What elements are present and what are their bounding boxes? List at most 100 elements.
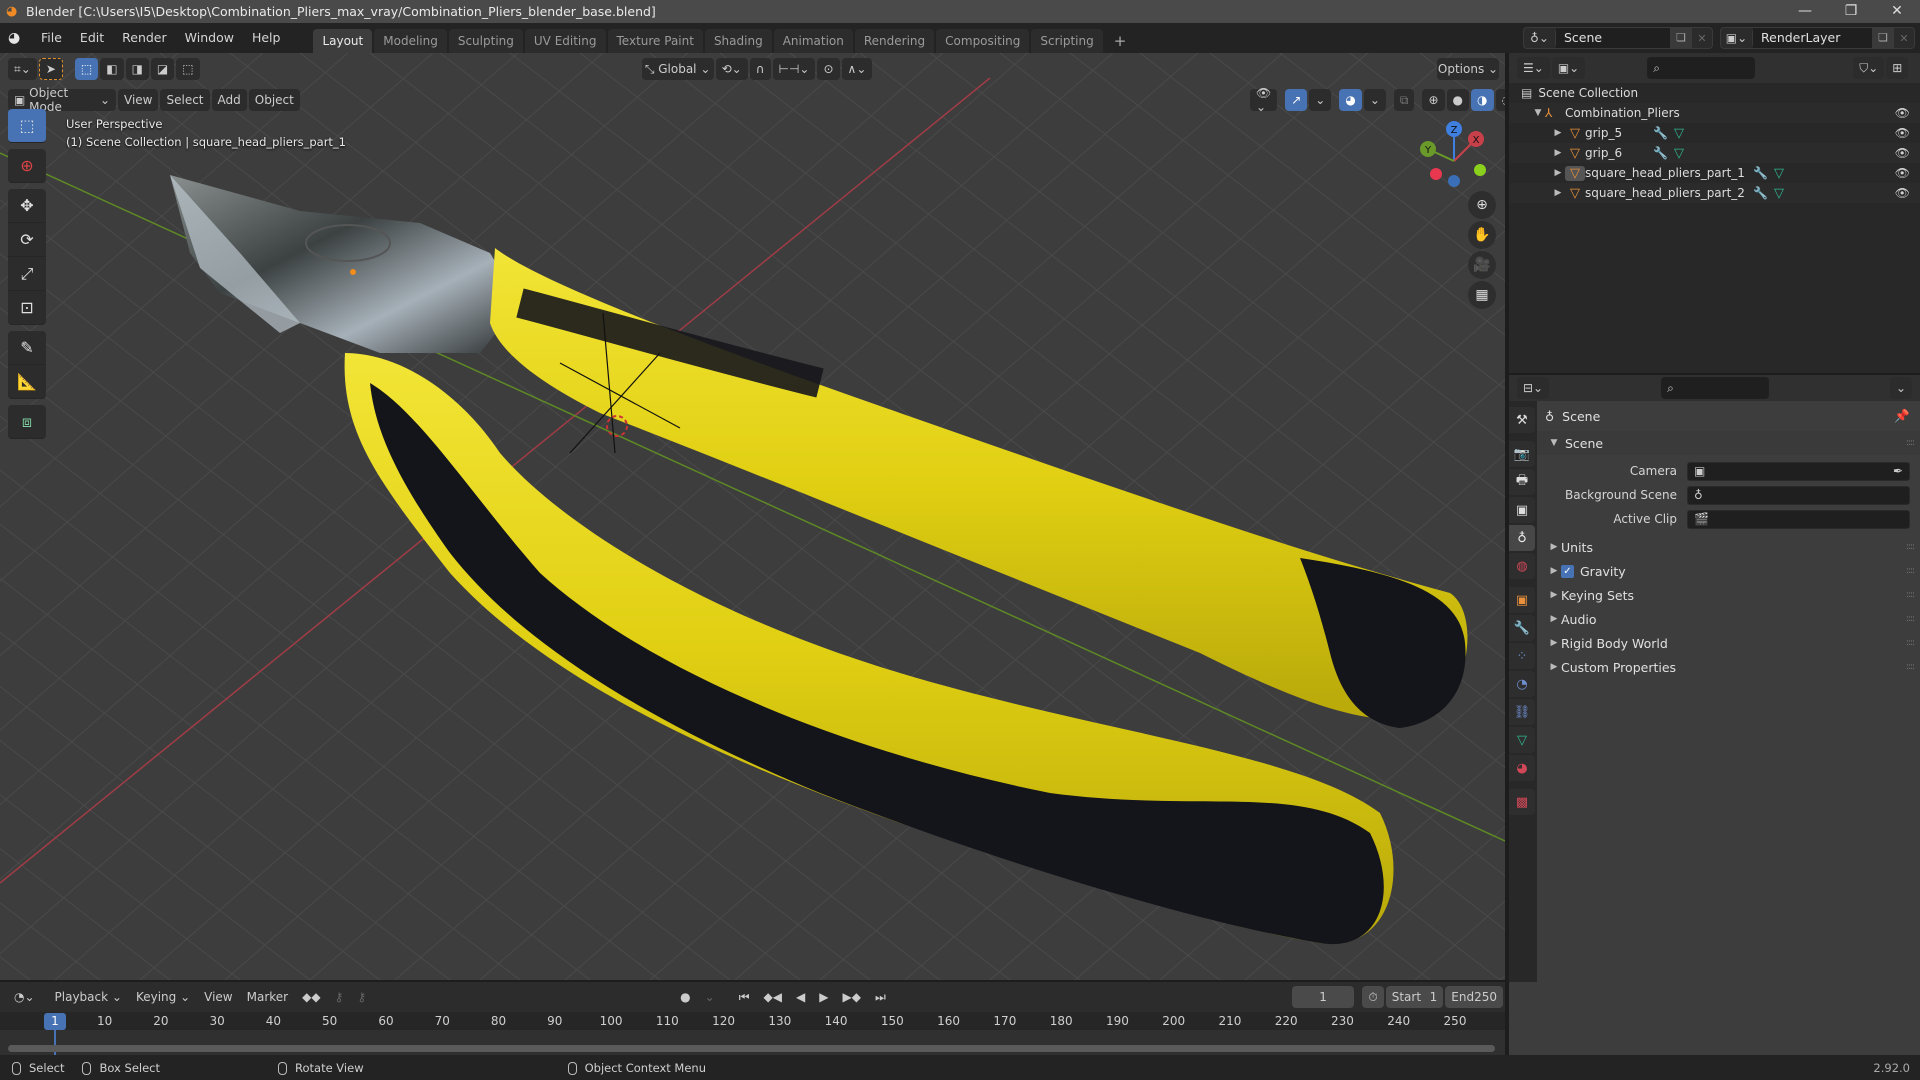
editor-type-button[interactable]: ⌗⌄ <box>8 58 37 80</box>
shading-wireframe-button[interactable]: ⊕ <box>1422 89 1445 111</box>
menu-edit[interactable]: Edit <box>71 23 113 53</box>
tab-uv-editing[interactable]: UV Editing <box>524 29 606 53</box>
tab-layout[interactable]: Layout <box>313 29 373 53</box>
tab-world[interactable]: ◍ <box>1509 553 1535 579</box>
snap-toggle[interactable]: ∩ <box>749 58 771 80</box>
shading-rendered-button[interactable]: ◌ <box>1495 89 1505 111</box>
timeline-ruler[interactable]: 10 20 30 40 50 60 70 80 90 100 110 120 130 140 150 160 1… <box>0 1012 1505 1030</box>
audio-panel-header[interactable]: ▶ Audio:::: <box>1537 607 1920 631</box>
tab-material[interactable]: ◕ <box>1509 755 1535 781</box>
navigation-gizmo[interactable]: Z X Y <box>1410 113 1500 203</box>
play-button[interactable]: ▶ <box>813 986 835 1008</box>
select-mode-intersect-button[interactable]: ⬚ <box>176 58 200 80</box>
tab-physics[interactable]: ◔ <box>1509 671 1535 697</box>
expand-arrow-icon[interactable]: ▶ <box>1551 168 1565 178</box>
annotate-tool[interactable]: ✎ <box>8 331 46 365</box>
overlay-toggle[interactable]: ◕ <box>1339 89 1362 111</box>
rigid-body-world-panel-header[interactable]: ▶ Rigid Body World:::: <box>1537 631 1920 655</box>
scene-name[interactable]: Scene <box>1556 28 1670 48</box>
tab-scene[interactable]: ♁ <box>1509 525 1535 551</box>
drag-handle-icon[interactable]: :::: <box>1906 590 1915 600</box>
keying-menu[interactable]: Keying ⌄ <box>129 986 197 1008</box>
stopwatch-icon[interactable]: ⏱ <box>1362 986 1384 1008</box>
drag-handle-icon[interactable]: :::: <box>1906 662 1915 672</box>
transform-tool[interactable]: ⊡ <box>8 291 46 325</box>
select-mode-extend-button[interactable]: ◧ <box>100 58 124 80</box>
tab-compositing[interactable]: Compositing <box>936 29 1030 53</box>
tab-view-layer[interactable]: ▣ <box>1509 497 1535 523</box>
drag-handle-icon[interactable]: :::: <box>1906 438 1915 448</box>
insert-keyframe-icon[interactable]: ⚷ <box>328 986 350 1008</box>
ortho-toggle-button[interactable]: ▦ <box>1468 281 1496 309</box>
drag-handle-icon[interactable]: :::: <box>1906 638 1915 648</box>
expand-arrow-icon[interactable]: ▶ <box>1551 128 1565 138</box>
proportional-editing-toggle[interactable]: ⊙ <box>817 58 840 80</box>
mesh-data-icon[interactable]: ▽ <box>1774 186 1784 201</box>
visibility-eye-icon[interactable]: 👁 <box>1895 166 1910 180</box>
marker-menu[interactable]: Marker <box>241 986 294 1008</box>
visibility-dropdown[interactable]: 👁⌄ <box>1250 86 1278 114</box>
select-mode-invert-button[interactable]: ◪ <box>150 58 175 80</box>
minimize-button[interactable]: — <box>1782 0 1828 23</box>
new-scene-icon[interactable]: ❏ <box>1670 28 1692 48</box>
active-clip-field[interactable]: 🎬 <box>1687 509 1910 529</box>
prev-keyframe-button[interactable]: ◆◆ <box>296 986 327 1008</box>
gizmo-neg-z[interactable] <box>1448 175 1460 187</box>
shading-solid-button[interactable]: ● <box>1446 89 1470 111</box>
outliner-object-row[interactable]: ▶ ▽ grip_5 🔧 ▽ 👁 <box>1509 123 1920 143</box>
visibility-eye-icon[interactable]: 👁 <box>1895 106 1910 120</box>
auto-keying-toggle[interactable]: ● <box>674 986 697 1008</box>
visibility-eye-icon[interactable]: 👁 <box>1895 126 1910 140</box>
gizmo-neg-y[interactable] <box>1474 164 1486 176</box>
mesh-data-icon[interactable]: ▽ <box>1774 166 1784 181</box>
mesh-data-icon[interactable]: ▽ <box>1674 126 1684 141</box>
maximize-button[interactable]: ❐ <box>1828 0 1874 23</box>
camera-field[interactable]: ▣ ✒ <box>1687 461 1910 481</box>
filter-dropdown[interactable]: ⛉⌄ <box>1853 57 1885 79</box>
tab-texture[interactable]: ▩ <box>1509 789 1535 815</box>
properties-options-dropdown[interactable]: ⌄ <box>1889 377 1912 399</box>
jump-prev-keyframe-button[interactable]: ◆◀ <box>757 986 788 1008</box>
tab-texture-paint[interactable]: Texture Paint <box>607 29 703 53</box>
menu-add[interactable]: Add <box>211 89 247 111</box>
timeline-scrollbar[interactable] <box>8 1045 1495 1052</box>
tab-sculpting[interactable]: Sculpting <box>448 29 523 53</box>
menu-file[interactable]: File <box>32 23 71 53</box>
tab-animation[interactable]: Animation <box>773 29 853 53</box>
jump-next-keyframe-button[interactable]: ▶◆ <box>836 986 867 1008</box>
modifier-wrench-icon[interactable]: 🔧 <box>1753 186 1768 200</box>
keying-sets-panel-header[interactable]: ▶ Keying Sets:::: <box>1537 583 1920 607</box>
timeline-view-menu[interactable]: View <box>198 986 238 1008</box>
expand-arrow-icon[interactable]: ▶ <box>1551 188 1565 198</box>
expand-arrow-icon[interactable]: ▶ <box>1551 148 1565 158</box>
options-dropdown[interactable]: Options ⌄ <box>1437 58 1499 80</box>
outliner-object-row-active[interactable]: ▶ ▽ square_head_pliers_part_1 🔧 ▽ 👁 <box>1509 163 1920 183</box>
pan-view-button[interactable]: ✋ <box>1468 221 1496 249</box>
modifier-wrench-icon[interactable]: 🔧 <box>1653 126 1668 140</box>
blender-menu-icon[interactable]: ◕ <box>8 30 32 46</box>
end-frame-field[interactable]: End 250 <box>1445 986 1503 1008</box>
add-cube-tool[interactable]: ⧈ <box>8 405 46 439</box>
mode-dropdown[interactable]: ▣ Object Mode ⌄ <box>8 86 116 114</box>
xray-toggle[interactable]: ⧉ <box>1393 89 1415 111</box>
properties-search-input[interactable]: ⌕ <box>1661 377 1770 399</box>
pin-icon[interactable]: 📌 <box>1894 408 1910 424</box>
tab-shading[interactable]: Shading <box>704 29 772 53</box>
visibility-eye-icon[interactable]: 👁 <box>1895 146 1910 160</box>
select-box-tool[interactable]: ⬚ <box>8 109 46 143</box>
collapse-arrow-icon[interactable]: ▼ <box>1531 108 1545 118</box>
zoom-view-button[interactable]: ⊕ <box>1468 191 1496 219</box>
snap-target-dropdown[interactable]: ⊢⊣⌄ <box>772 58 816 80</box>
playback-menu[interactable]: Playback ⌄ <box>48 986 128 1008</box>
current-frame-marker[interactable]: 1 <box>44 1013 66 1030</box>
outliner-scene-collection[interactable]: ▤ Scene Collection <box>1509 83 1920 103</box>
eyedropper-icon[interactable]: ✒ <box>1893 464 1903 478</box>
scene-selector[interactable]: ♁⌄ Scene ❏ ✕ <box>1523 27 1713 49</box>
overlay-dropdown[interactable]: ⌄ <box>1363 89 1386 111</box>
visibility-eye-icon[interactable]: 👁 <box>1895 186 1910 200</box>
outliner-object-row[interactable]: ▶ ▽ grip_6 🔧 ▽ 👁 <box>1509 143 1920 163</box>
tab-render[interactable]: 📷 <box>1509 441 1535 467</box>
tab-object[interactable]: ▣ <box>1509 587 1535 613</box>
units-panel-header[interactable]: ▶ Units:::: <box>1537 535 1920 559</box>
outliner-editor-type-button[interactable]: ☰⌄ <box>1517 57 1550 79</box>
